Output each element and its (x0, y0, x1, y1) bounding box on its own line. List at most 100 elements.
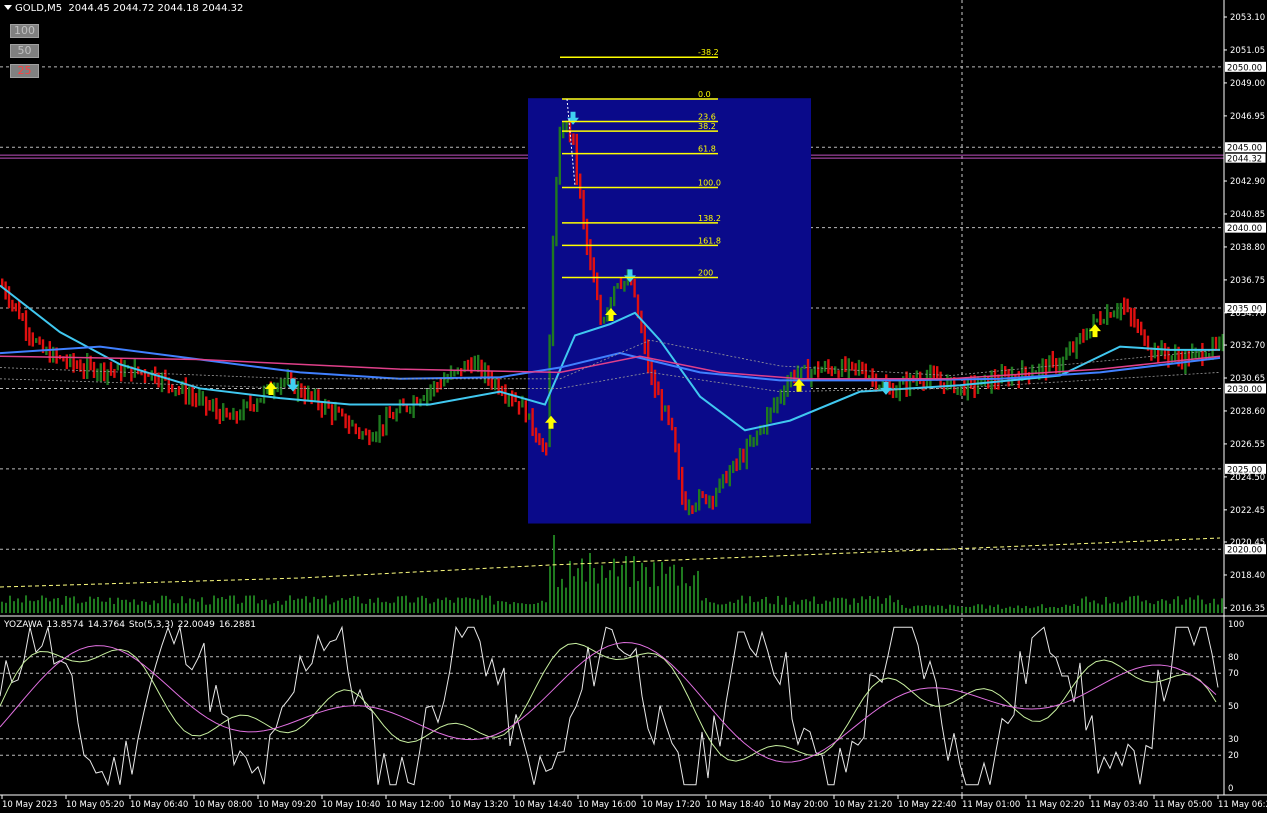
candle (252, 404, 255, 412)
volume-bar (649, 586, 651, 613)
candle (361, 431, 364, 440)
volume-bar (1157, 600, 1159, 613)
volume-bar (661, 562, 663, 613)
candle (898, 379, 901, 402)
volume-bar (813, 596, 815, 613)
volume-bar (245, 595, 247, 613)
candle (483, 362, 487, 384)
price-tick-label: 2016.35 (1230, 604, 1265, 614)
time-tick-label: 11 May 01:00 (962, 800, 1020, 810)
volume-bar (761, 599, 763, 613)
volume-bar (577, 568, 579, 613)
volume-bar (1057, 607, 1059, 613)
candle (171, 384, 174, 393)
volume-bar (1073, 604, 1075, 613)
candle (177, 385, 181, 396)
volume-bar (597, 583, 599, 613)
candle (184, 377, 187, 405)
volume-bar (789, 604, 791, 613)
candle (1129, 307, 1133, 327)
dropdown-triangle-icon[interactable] (4, 5, 12, 10)
volume-bar (1145, 600, 1147, 613)
zoom-100-button[interactable]: 100 (10, 24, 39, 38)
volume-bar (1093, 600, 1095, 613)
candle (728, 465, 731, 487)
volume-bar (805, 599, 807, 613)
candle (307, 385, 310, 402)
volume-bar (353, 595, 355, 613)
volume-bar (365, 603, 367, 613)
volume-bar (105, 601, 107, 613)
volume-bar (1181, 604, 1183, 613)
candle (344, 413, 347, 429)
candle (1201, 342, 1204, 367)
volume-bar (85, 601, 87, 613)
volume-bar (677, 585, 679, 613)
candle (613, 286, 616, 307)
candle (752, 437, 755, 448)
volume-bar (65, 596, 67, 613)
volume-bar (17, 598, 19, 613)
volume-bar (297, 598, 299, 613)
candle (834, 366, 837, 374)
stochastic-label: Sto(5,3,3) (128, 620, 174, 630)
volume-bar (325, 595, 327, 613)
fib-level-label: 161.8 (698, 236, 721, 245)
candle (405, 404, 408, 413)
price-tick-label: 2018.40 (1230, 571, 1265, 581)
volume-bar (173, 603, 175, 613)
volume-bar (1217, 604, 1219, 613)
zoom-25-button[interactable]: 25 (10, 64, 39, 78)
candle (1123, 297, 1126, 315)
volume-bar (1125, 600, 1127, 613)
volume-bar (681, 566, 683, 613)
candle (201, 391, 204, 406)
candle (677, 443, 680, 480)
time-tick-label: 11 May 02:20 (1026, 800, 1084, 810)
candle (1095, 318, 1099, 323)
candle (24, 310, 28, 341)
candle (35, 338, 38, 343)
volume-bar (73, 596, 75, 613)
price-tick-label: 2051.05 (1230, 46, 1265, 56)
zoom-50-button[interactable]: 50 (10, 44, 39, 58)
candle (538, 433, 541, 446)
candle (517, 401, 521, 415)
candle (738, 448, 742, 471)
volume-bar (1069, 605, 1071, 613)
volume-bar (333, 602, 335, 613)
volume-bar (501, 601, 503, 613)
volume-bar (529, 604, 531, 613)
volume-bar (861, 596, 863, 613)
chart-canvas[interactable]: -38.20.023.638.261.8100.0138.2161.8200 2… (0, 0, 1267, 813)
volume-bar (265, 599, 267, 613)
volume-bar (585, 581, 587, 613)
volume-bar (137, 604, 139, 613)
volume-bar (253, 595, 255, 613)
osc-tick-label: 50 (1228, 702, 1239, 712)
candle (1214, 336, 1218, 351)
volume-bar (49, 601, 51, 613)
volume-bar (877, 596, 879, 613)
volume-bar (937, 605, 939, 613)
candle (721, 474, 725, 489)
volume-bar (625, 556, 627, 613)
volume-bar (721, 604, 723, 613)
volume-bar (637, 581, 639, 613)
ohlc-values: 2044.45 2044.72 2044.18 2044.32 (68, 3, 244, 14)
volume-bar (1197, 595, 1199, 613)
volume-bar (37, 600, 39, 613)
volume-bar (873, 598, 875, 613)
fibonacci-box[interactable] (528, 98, 811, 524)
volume-bar (281, 604, 283, 613)
volume-bar (445, 597, 447, 613)
candle (691, 505, 694, 514)
candle (511, 390, 514, 407)
volume-bar (141, 601, 143, 613)
volume-bar (545, 602, 547, 613)
candle (198, 388, 201, 406)
volume-bar (605, 577, 607, 613)
volume-bar (897, 599, 899, 613)
volume-bar (465, 597, 467, 613)
volume-bar (1153, 604, 1155, 613)
